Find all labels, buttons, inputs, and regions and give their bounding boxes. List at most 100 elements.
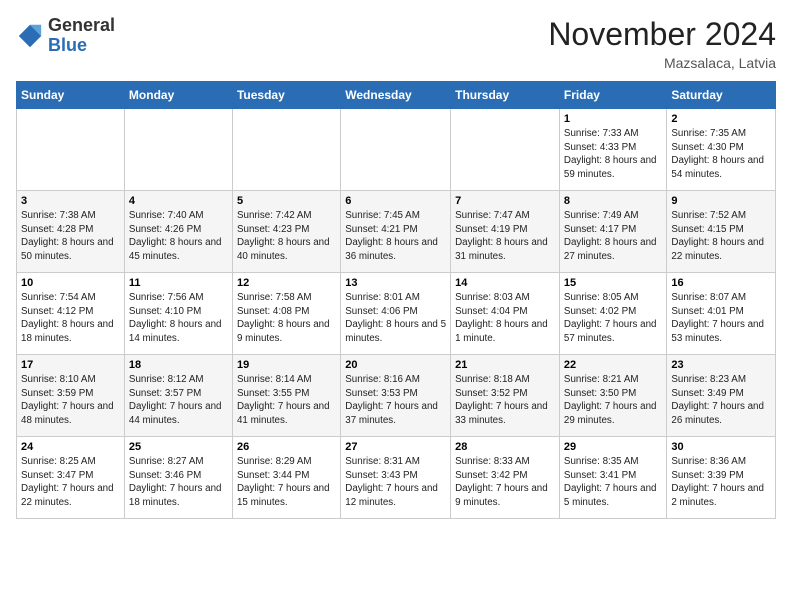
header: General Blue November 2024 Mazsalaca, La…	[16, 16, 776, 71]
day-number: 25	[129, 441, 228, 453]
day-header-monday: Monday	[124, 82, 232, 109]
calendar-cell: 27 Sunrise: 8:31 AM Sunset: 3:43 PM Dayli…	[341, 437, 451, 519]
week-row-0: 1 Sunrise: 7:33 AM Sunset: 4:33 PM Daylig…	[17, 109, 776, 191]
header-row: SundayMondayTuesdayWednesdayThursdayFrid…	[17, 82, 776, 109]
day-info: Sunrise: 7:58 AM Sunset: 4:08 PM Dayligh…	[237, 291, 336, 346]
day-number: 13	[345, 277, 446, 289]
day-number: 14	[455, 277, 555, 289]
day-info: Sunrise: 8:36 AM Sunset: 3:39 PM Dayligh…	[671, 455, 771, 510]
day-info: Sunrise: 8:23 AM Sunset: 3:49 PM Dayligh…	[671, 373, 771, 428]
day-number: 29	[564, 441, 662, 453]
day-number: 20	[345, 359, 446, 371]
day-number: 2	[671, 113, 771, 125]
week-row-1: 3 Sunrise: 7:38 AM Sunset: 4:28 PM Daylig…	[17, 191, 776, 273]
calendar-cell	[232, 109, 340, 191]
day-number: 8	[564, 195, 662, 207]
calendar-cell: 6Sunrise: 7:45 AM Sunset: 4:21 PM Daylig…	[341, 191, 451, 273]
day-number: 1	[564, 113, 662, 125]
day-number: 28	[455, 441, 555, 453]
day-number: 21	[455, 359, 555, 371]
calendar-cell: 15 Sunrise: 8:05 AM Sunset: 4:02 PM Dayli…	[559, 273, 666, 355]
day-number: 19	[237, 359, 336, 371]
calendar-cell: 1 Sunrise: 7:33 AM Sunset: 4:33 PM Daylig…	[559, 109, 666, 191]
day-header-wednesday: Wednesday	[341, 82, 451, 109]
logo-general: General	[48, 15, 115, 35]
week-row-4: 24Sunrise: 8:25 AM Sunset: 3:47 PM Dayli…	[17, 437, 776, 519]
calendar-cell: 26Sunrise: 8:29 AM Sunset: 3:44 PM Dayli…	[232, 437, 340, 519]
day-info: Sunrise: 8:18 AM Sunset: 3:52 PM Dayligh…	[455, 373, 555, 428]
day-header-tuesday: Tuesday	[232, 82, 340, 109]
calendar-cell: 13 Sunrise: 8:01 AM Sunset: 4:06 PM Dayli…	[341, 273, 451, 355]
day-info: Sunrise: 8:33 AM Sunset: 3:42 PM Dayligh…	[455, 455, 555, 510]
calendar-cell: 20 Sunrise: 8:16 AM Sunset: 3:53 PM Dayli…	[341, 355, 451, 437]
day-number: 9	[671, 195, 771, 207]
day-number: 24	[21, 441, 120, 453]
day-info: Sunrise: 8:10 AM Sunset: 3:59 PM Dayligh…	[21, 373, 120, 428]
calendar-cell: 4 Sunrise: 7:40 AM Sunset: 4:26 PM Daylig…	[124, 191, 232, 273]
day-header-sunday: Sunday	[17, 82, 125, 109]
calendar-cell: 9 Sunrise: 7:52 AM Sunset: 4:15 PM Daylig…	[667, 191, 776, 273]
day-info: Sunrise: 7:38 AM Sunset: 4:28 PM Dayligh…	[21, 209, 120, 264]
day-number: 4	[129, 195, 228, 207]
calendar-cell: 19 Sunrise: 8:14 AM Sunset: 3:55 PM Dayli…	[232, 355, 340, 437]
calendar-cell: 7Sunrise: 7:47 AM Sunset: 4:19 PM Daylig…	[451, 191, 560, 273]
week-row-2: 10 Sunrise: 7:54 AM Sunset: 4:12 PM Dayli…	[17, 273, 776, 355]
month-title: November 2024	[548, 16, 776, 53]
day-info: Sunrise: 7:35 AM Sunset: 4:30 PM Dayligh…	[671, 127, 771, 182]
day-number: 22	[564, 359, 662, 371]
calendar-cell: 2 Sunrise: 7:35 AM Sunset: 4:30 PM Daylig…	[667, 109, 776, 191]
day-info: Sunrise: 8:29 AM Sunset: 3:44 PM Dayligh…	[237, 455, 336, 510]
day-info: Sunrise: 7:56 AM Sunset: 4:10 PM Dayligh…	[129, 291, 228, 346]
calendar-cell: 23 Sunrise: 8:23 AM Sunset: 3:49 PM Dayli…	[667, 355, 776, 437]
day-header-friday: Friday	[559, 82, 666, 109]
calendar-cell: 8 Sunrise: 7:49 AM Sunset: 4:17 PM Daylig…	[559, 191, 666, 273]
day-number: 18	[129, 359, 228, 371]
day-number: 27	[345, 441, 446, 453]
calendar-cell: 30 Sunrise: 8:36 AM Sunset: 3:39 PM Dayli…	[667, 437, 776, 519]
day-info: Sunrise: 7:47 AM Sunset: 4:19 PM Dayligh…	[455, 209, 555, 264]
calendar-cell: 28 Sunrise: 8:33 AM Sunset: 3:42 PM Dayli…	[451, 437, 560, 519]
calendar-cell: 5Sunrise: 7:42 AM Sunset: 4:23 PM Daylig…	[232, 191, 340, 273]
week-row-3: 17 Sunrise: 8:10 AM Sunset: 3:59 PM Dayli…	[17, 355, 776, 437]
day-info: Sunrise: 8:14 AM Sunset: 3:55 PM Dayligh…	[237, 373, 336, 428]
day-info: Sunrise: 8:12 AM Sunset: 3:57 PM Dayligh…	[129, 373, 228, 428]
day-info: Sunrise: 8:31 AM Sunset: 3:43 PM Dayligh…	[345, 455, 446, 510]
day-info: Sunrise: 8:21 AM Sunset: 3:50 PM Dayligh…	[564, 373, 662, 428]
calendar-cell: 22 Sunrise: 8:21 AM Sunset: 3:50 PM Dayli…	[559, 355, 666, 437]
day-info: Sunrise: 7:52 AM Sunset: 4:15 PM Dayligh…	[671, 209, 771, 264]
day-number: 23	[671, 359, 771, 371]
calendar-cell: 12 Sunrise: 7:58 AM Sunset: 4:08 PM Dayli…	[232, 273, 340, 355]
logo-blue: Blue	[48, 35, 87, 55]
day-info: Sunrise: 8:05 AM Sunset: 4:02 PM Dayligh…	[564, 291, 662, 346]
calendar-body: 1 Sunrise: 7:33 AM Sunset: 4:33 PM Daylig…	[17, 109, 776, 519]
day-info: Sunrise: 8:03 AM Sunset: 4:04 PM Dayligh…	[455, 291, 555, 346]
day-info: Sunrise: 7:49 AM Sunset: 4:17 PM Dayligh…	[564, 209, 662, 264]
day-info: Sunrise: 8:07 AM Sunset: 4:01 PM Dayligh…	[671, 291, 771, 346]
calendar-cell	[451, 109, 560, 191]
day-number: 12	[237, 277, 336, 289]
day-number: 10	[21, 277, 120, 289]
day-number: 15	[564, 277, 662, 289]
day-number: 30	[671, 441, 771, 453]
day-number: 3	[21, 195, 120, 207]
day-info: Sunrise: 7:42 AM Sunset: 4:23 PM Dayligh…	[237, 209, 336, 264]
day-info: Sunrise: 7:33 AM Sunset: 4:33 PM Dayligh…	[564, 127, 662, 182]
calendar-cell	[341, 109, 451, 191]
day-number: 17	[21, 359, 120, 371]
calendar-header: SundayMondayTuesdayWednesdayThursdayFrid…	[17, 82, 776, 109]
day-info: Sunrise: 8:01 AM Sunset: 4:06 PM Dayligh…	[345, 291, 446, 346]
day-number: 6	[345, 195, 446, 207]
calendar-cell: 24Sunrise: 8:25 AM Sunset: 3:47 PM Dayli…	[17, 437, 125, 519]
day-info: Sunrise: 7:54 AM Sunset: 4:12 PM Dayligh…	[21, 291, 120, 346]
title-block: November 2024 Mazsalaca, Latvia	[548, 16, 776, 71]
day-header-saturday: Saturday	[667, 82, 776, 109]
calendar-cell	[124, 109, 232, 191]
day-info: Sunrise: 8:27 AM Sunset: 3:46 PM Dayligh…	[129, 455, 228, 510]
logo-text: General Blue	[48, 16, 115, 56]
day-number: 11	[129, 277, 228, 289]
calendar: SundayMondayTuesdayWednesdayThursdayFrid…	[16, 81, 776, 519]
day-info: Sunrise: 8:16 AM Sunset: 3:53 PM Dayligh…	[345, 373, 446, 428]
calendar-cell: 14 Sunrise: 8:03 AM Sunset: 4:04 PM Dayli…	[451, 273, 560, 355]
day-info: Sunrise: 8:35 AM Sunset: 3:41 PM Dayligh…	[564, 455, 662, 510]
day-info: Sunrise: 7:40 AM Sunset: 4:26 PM Dayligh…	[129, 209, 228, 264]
